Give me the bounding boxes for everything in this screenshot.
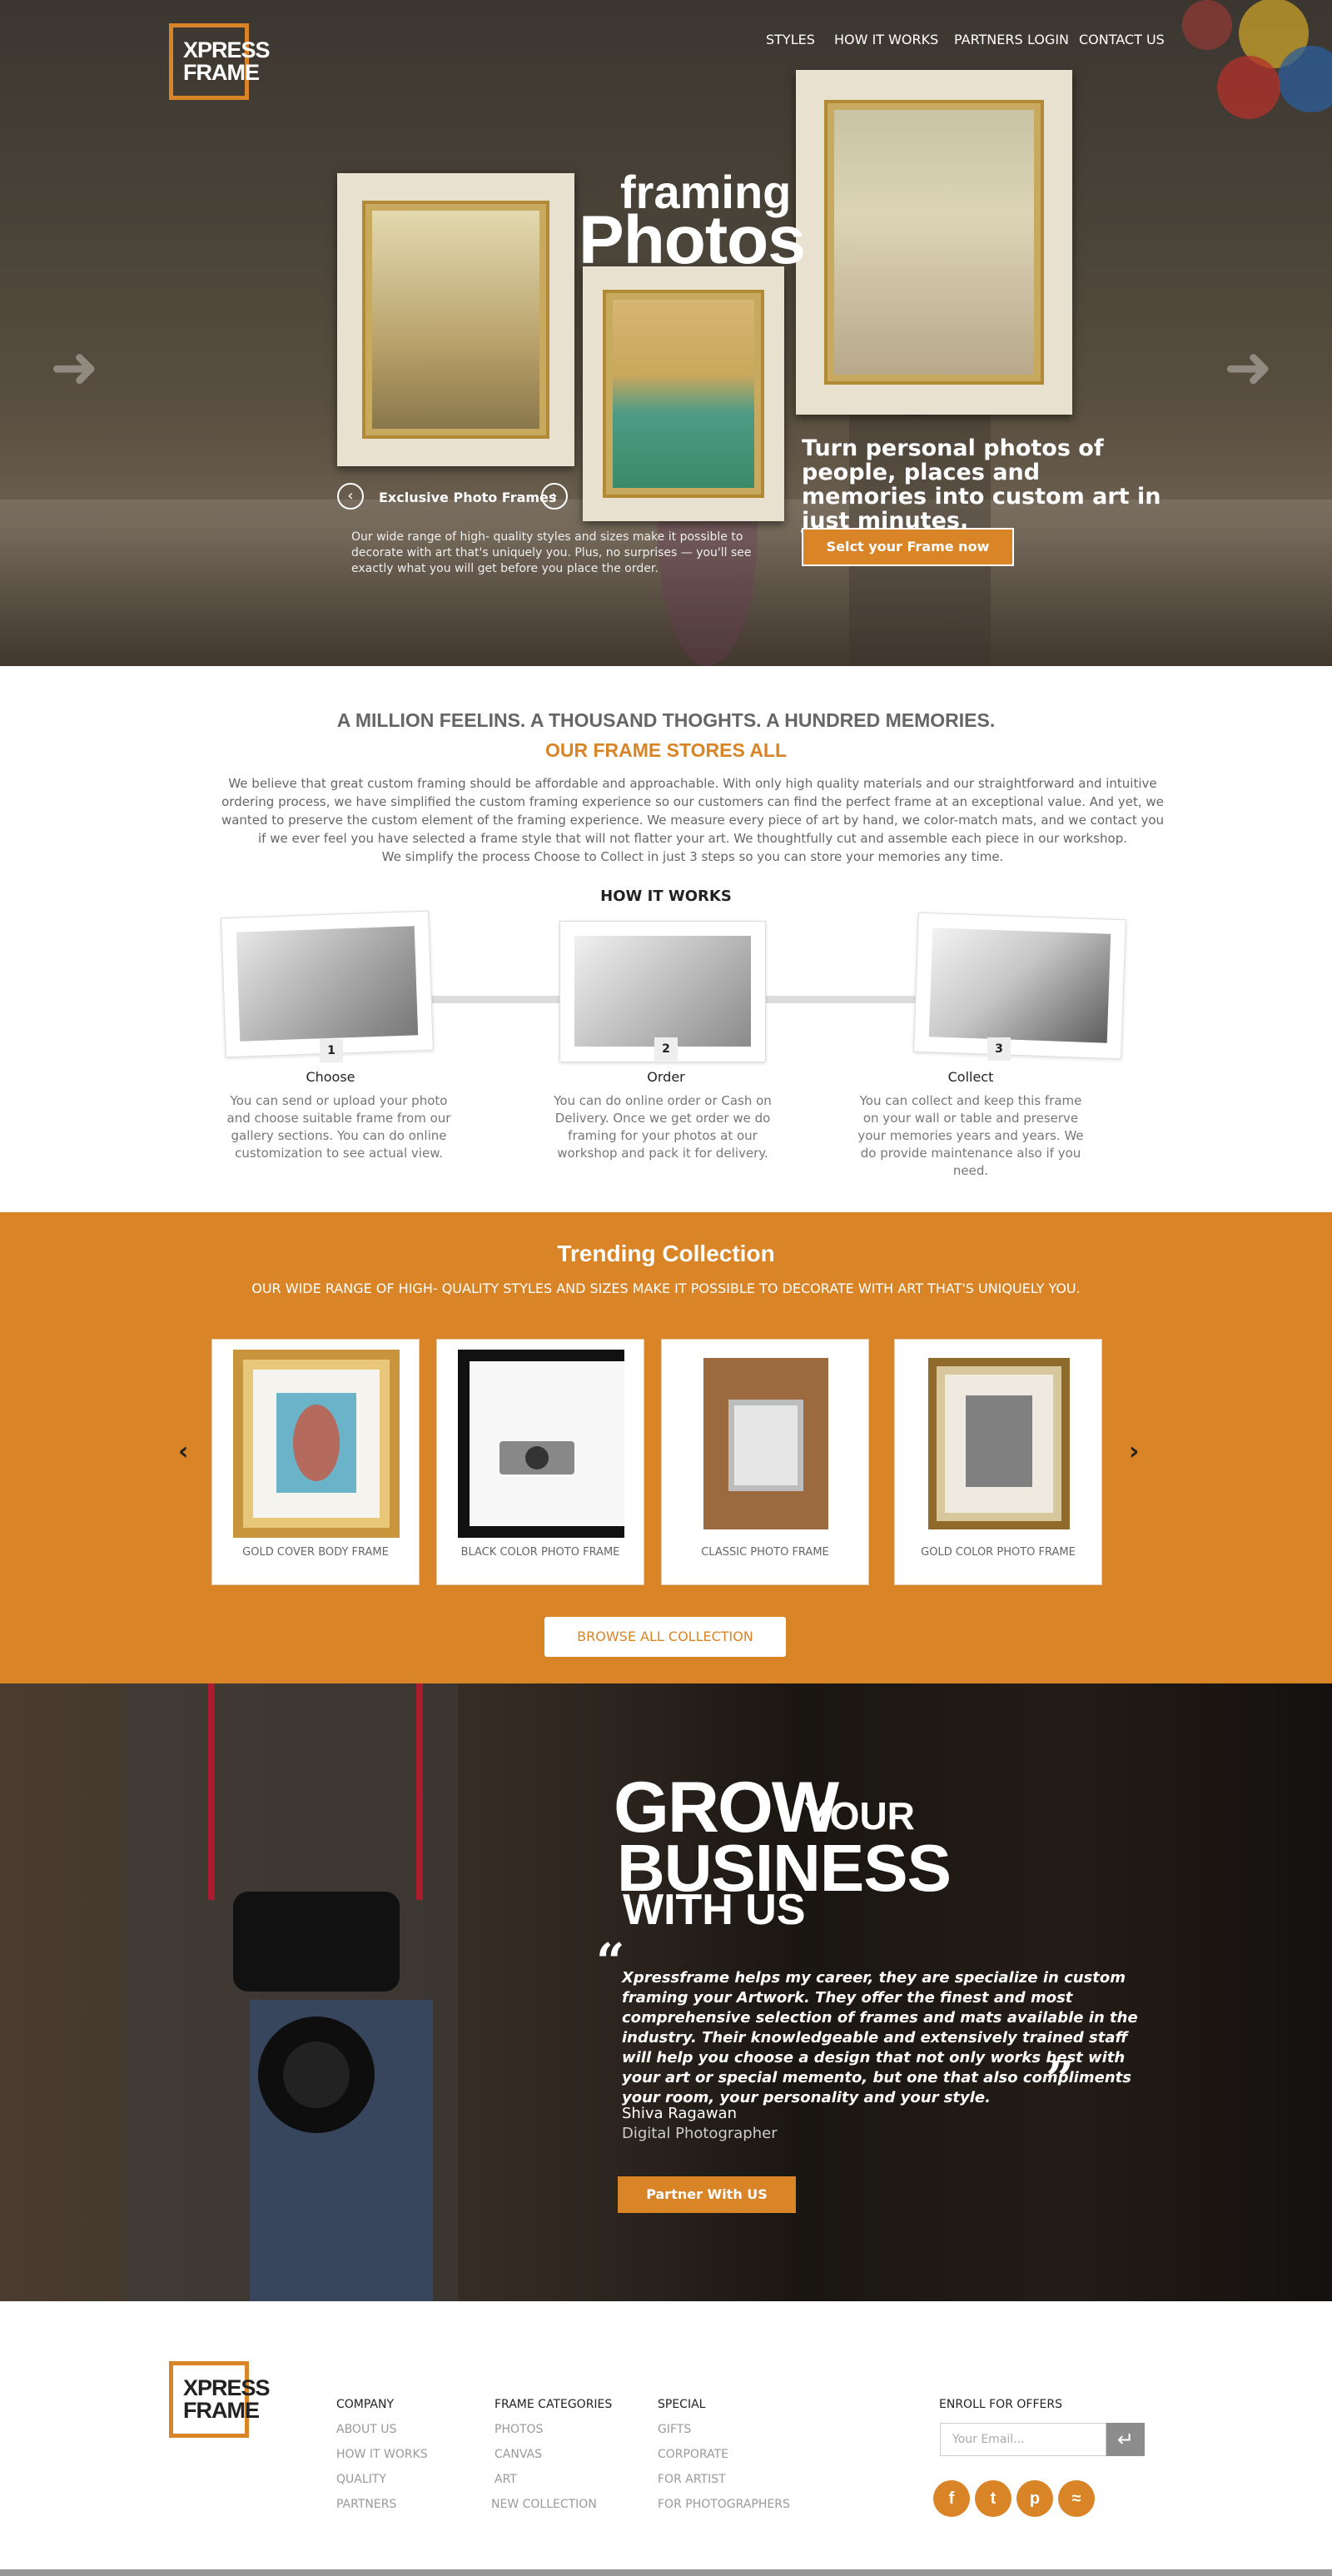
product-label: GOLD COVER BODY FRAME <box>242 1546 389 1559</box>
footer-link-gifts[interactable]: GIFTS <box>658 2423 691 2436</box>
footer-link-art[interactable]: ART <box>495 2473 517 2486</box>
step-name: Order <box>647 1069 685 1085</box>
footer-link-new-collection[interactable]: NEW COLLECTION <box>491 2498 597 2511</box>
how-it-works-title: HOW IT WORKS <box>600 888 732 905</box>
partner-with-us-button[interactable]: Partner With US <box>618 2176 796 2213</box>
step-number: 2 <box>654 1037 678 1061</box>
footer-link-corporate[interactable]: CORPORATE <box>658 2448 728 2461</box>
close-quote-icon: ” <box>1046 2051 1075 2110</box>
intro-heading: A MILLION FEELINS. A THOUSAND THOGHTS. A… <box>336 709 996 731</box>
product-card[interactable]: CLASSIC PHOTO FRAME <box>661 1339 869 1585</box>
woman-photo <box>372 211 539 429</box>
footer-link-for-photographers[interactable]: FOR PHOTOGRAPHERS <box>658 2498 790 2511</box>
product-label: CLASSIC PHOTO FRAME <box>701 1546 829 1559</box>
nav-contact-us[interactable]: CONTACT US <box>1079 32 1165 47</box>
browse-all-button[interactable]: BROWSE ALL COLLECTION <box>544 1617 786 1657</box>
step-number: 3 <box>987 1037 1011 1061</box>
chevron-left-icon[interactable]: ‹ <box>337 483 364 510</box>
rss-icon[interactable]: ≈ <box>1058 2480 1095 2517</box>
footer-link-how-it-works[interactable]: HOW IT WORKS <box>336 2448 428 2461</box>
footer-link-photos[interactable]: PHOTOS <box>495 2423 543 2436</box>
order-photo <box>574 936 751 1047</box>
step-connector <box>762 996 916 1003</box>
footer-company-heading: COMPANY <box>336 2398 395 2411</box>
enter-icon[interactable]: ↵ <box>1106 2423 1145 2456</box>
logo-line2: FRAME <box>183 60 260 85</box>
chevron-right-icon[interactable]: › <box>541 483 568 510</box>
facebook-icon[interactable]: f <box>933 2480 970 2517</box>
black-frame-image <box>458 1350 624 1538</box>
email-input[interactable]: Your Email... <box>940 2423 1106 2456</box>
hero-headline: Turn personal photos of people, places a… <box>802 435 1161 534</box>
footer-link-for-artist[interactable]: FOR ARTIST <box>658 2473 726 2486</box>
step-description: You can send or upload your photo and ch… <box>226 1093 451 1161</box>
nav-partners[interactable]: PARTNERS <box>954 32 1023 47</box>
footer-special-heading: SPECIAL <box>658 2398 706 2411</box>
intro-subheading: OUR FRAME STORES ALL <box>544 739 788 761</box>
exclusive-label: Exclusive Photo Frames <box>379 490 557 505</box>
grow-title-with-us: WITH US <box>623 1886 806 1934</box>
hero-description: Our wide range of high- quality styles a… <box>351 530 752 575</box>
intro-paragraph-process: We simplify the process Choose to Collec… <box>381 849 1004 864</box>
product-card[interactable]: GOLD COLOR PHOTO FRAME <box>894 1339 1102 1585</box>
select-frame-button[interactable]: Selct your Frame now <box>802 528 1014 566</box>
footer-link-quality[interactable]: QUALITY <box>336 2473 386 2486</box>
testimonial-role: Digital Photographer <box>622 2125 778 2142</box>
step-description: You can collect and keep this frame on y… <box>857 1093 1084 1178</box>
hero-title-big: Photos <box>579 202 806 278</box>
father-son-photo <box>834 110 1034 375</box>
logo[interactable]: XPRESS FRAME <box>169 23 271 100</box>
step-name: Collect <box>947 1069 994 1085</box>
hero-frame-girl <box>583 266 784 521</box>
product-card[interactable]: GOLD COVER BODY FRAME <box>211 1339 420 1585</box>
nav-how-it-works[interactable]: HOW IT WORKS <box>834 32 938 47</box>
classic-frame-image <box>703 1358 828 1529</box>
twitter-icon[interactable]: t <box>975 2480 1011 2517</box>
nav-login[interactable]: LOGIN <box>1027 32 1069 47</box>
product-card[interactable]: BLACK COLOR PHOTO FRAME <box>436 1339 644 1585</box>
step-connector <box>425 996 566 1003</box>
step-name: Choose <box>306 1069 355 1085</box>
trending-title: Trending Collection <box>557 1241 775 1266</box>
trending-subtitle: OUR WIDE RANGE OF HIGH- QUALITY STYLES A… <box>251 1281 1081 1296</box>
footer-link-about-us[interactable]: ABOUT US <box>336 2423 396 2436</box>
pinterest-icon[interactable]: p <box>1016 2480 1053 2517</box>
hero-next-arrow-icon[interactable]: ➜ <box>1224 333 1273 401</box>
collect-photo <box>928 927 1111 1043</box>
intro-paragraph-text: We believe that great custom framing sho… <box>221 776 1165 846</box>
logo-line2: FRAME <box>183 2398 260 2423</box>
footer-enroll-heading: ENROLL FOR OFFERS <box>939 2398 1062 2411</box>
gold-color-frame-image <box>928 1358 1070 1529</box>
testimonial-name: Shiva Ragawan <box>622 2105 737 2122</box>
photographer-image <box>125 1683 458 2301</box>
hero-prev-arrow-icon[interactable]: ➜ <box>50 333 99 401</box>
logo-line1: XPRESS <box>183 2375 271 2400</box>
choose-photo <box>236 926 419 1042</box>
footer-link-partners[interactable]: PARTNERS <box>336 2498 396 2511</box>
intro-paragraph: We believe that great custom framing sho… <box>218 774 1167 866</box>
carousel-prev-icon[interactable]: ‹ <box>178 1437 188 1466</box>
step-card-collect <box>913 912 1126 1060</box>
step-card-choose <box>221 910 434 1058</box>
open-quote-icon: “ <box>596 1933 625 1992</box>
gold-cover-frame-image <box>233 1350 400 1538</box>
footer-categories-heading: FRAME CATEGORIES <box>495 2398 613 2411</box>
product-label: GOLD COLOR PHOTO FRAME <box>921 1546 1076 1559</box>
step-description: You can do online order or Cash on Deliv… <box>554 1093 772 1161</box>
product-label: BLACK COLOR PHOTO FRAME <box>460 1546 620 1559</box>
logo-line1: XPRESS <box>183 37 271 62</box>
footer-bottom-bar <box>0 2569 1332 2576</box>
hero-frame-father <box>796 70 1072 415</box>
hero-frame-woman <box>337 173 574 466</box>
girl-photo <box>613 300 754 488</box>
footer-link-canvas[interactable]: CANVAS <box>495 2448 542 2461</box>
carousel-next-icon[interactable]: › <box>1129 1437 1139 1466</box>
footer-logo[interactable]: XPRESS FRAME <box>169 2361 271 2438</box>
nav-styles[interactable]: STYLES <box>766 32 815 47</box>
step-number: 1 <box>320 1039 343 1062</box>
